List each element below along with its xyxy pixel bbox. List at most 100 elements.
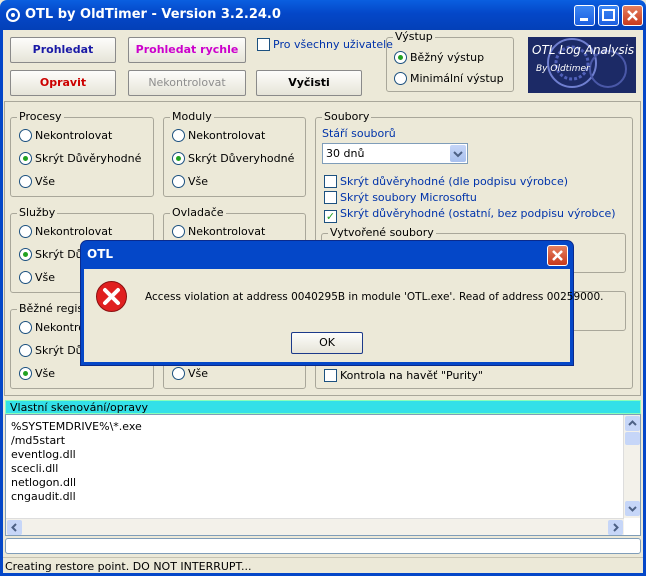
window-title: OTL by OldTimer - Version 3.2.24.0 <box>25 7 281 22</box>
app-icon <box>6 8 20 22</box>
procesy-vse-radio[interactable]: Vše <box>19 175 55 188</box>
radio-icon <box>19 367 32 380</box>
maximize-button[interactable] <box>598 5 619 26</box>
procesy-skryt-radio[interactable]: Skrýt Důvěryhodné <box>19 152 141 165</box>
scroll-thumb[interactable] <box>625 432 640 445</box>
scroll-up-button[interactable] <box>625 416 640 431</box>
opravit-button[interactable]: Opravit <box>10 70 116 96</box>
memo-line: eventlog.dll <box>11 448 76 461</box>
procesy-nekontrolovat-radio[interactable]: Nekontrolovat <box>19 129 112 142</box>
option-label: Skrýt důvěryhodné (dle podpisu výrobce) <box>340 175 569 188</box>
stari-select[interactable]: 30 dnů <box>322 143 468 164</box>
maximize-icon <box>602 9 615 21</box>
error-icon <box>96 281 127 312</box>
vystup-bezny-radio[interactable]: Běžný výstup <box>394 51 484 64</box>
radio-icon <box>19 271 32 284</box>
option-label: Vše <box>188 175 209 188</box>
moduly-group: Moduly Nekontrolovat Skrýt Důveryhodné V… <box>163 110 306 197</box>
dialog-close-button[interactable] <box>547 245 568 266</box>
radio-icon <box>19 175 32 188</box>
otl-logo: OTL Log Analysis By Oldtimer <box>528 37 636 93</box>
sluzby-skryt-radio[interactable]: Skrýt Dův <box>19 248 89 261</box>
sluzby-label: Služby <box>17 206 58 219</box>
close-button[interactable] <box>622 5 643 26</box>
memo-line: /md5start <box>11 434 66 447</box>
memo-header-label: Vlastní skenování/opravy <box>10 401 149 414</box>
chevron-up-icon <box>628 420 637 426</box>
minimize-icon <box>580 18 588 21</box>
option-label: Skrýt Důveryhodné <box>188 152 295 165</box>
option-label: Nekontrolovat <box>35 129 113 142</box>
purity-checkbox[interactable]: Kontrola na havěť "Purity" <box>324 369 483 382</box>
all-users-checkbox[interactable]: Pro všechny uživatele <box>257 38 393 51</box>
radio-icon <box>172 175 185 188</box>
moduly-skryt-radio[interactable]: Skrýt Důveryhodné <box>172 152 294 165</box>
memo-header: Vlastní skenování/opravy <box>5 400 641 414</box>
prohledat-rychle-button[interactable]: Prohledat rychle <box>128 37 246 63</box>
checkbox-icon <box>324 175 337 188</box>
option-label: Skrýt soubory Microsoftu <box>340 191 477 204</box>
soubory-label: Soubory <box>322 110 372 123</box>
prohledat-button[interactable]: Prohledat <box>10 37 116 63</box>
procesy-group: Procesy Nekontrolovat Skrýt Důvěryhodné … <box>10 110 154 197</box>
radio-icon <box>394 51 407 64</box>
nekontrolovat-button[interactable]: Nekontrolovat <box>128 70 246 96</box>
horizontal-scrollbar[interactable] <box>6 518 624 535</box>
vertical-scrollbar[interactable] <box>623 415 640 518</box>
option-label: Běžný výstup <box>410 51 485 64</box>
dropdown-button[interactable] <box>450 145 466 162</box>
ovladace-label: Ovladače <box>170 206 226 219</box>
memo-line: netlogon.dll <box>11 476 77 489</box>
vystup-label: Výstup <box>393 30 435 43</box>
radio-icon <box>394 72 407 85</box>
ok-button[interactable]: OK <box>291 332 363 354</box>
option-label: Vše <box>35 175 56 188</box>
moduly-vse-radio[interactable]: Vše <box>172 175 208 188</box>
scroll-right-button[interactable] <box>608 520 623 535</box>
minimize-button[interactable] <box>574 5 595 26</box>
scroll-left-button[interactable] <box>7 520 22 535</box>
radio-icon <box>172 367 185 380</box>
option-label: Vše <box>35 367 56 380</box>
sluzby-nekontrolovat-radio[interactable]: Nekontrolovat <box>19 225 112 238</box>
chevron-left-icon <box>11 523 17 532</box>
memo-line: cngaudit.dll <box>11 490 76 503</box>
title-bar: OTL by OldTimer - Version 3.2.24.0 <box>0 0 646 30</box>
status-bar: Creating restore point. DO NOT INTERRUPT… <box>3 557 643 573</box>
custom-scan-textarea[interactable]: %SYSTEMDRIVE%\*.exe /md5start eventlog.d… <box>5 414 641 536</box>
vycisti-button[interactable]: Vyčisti <box>256 70 362 96</box>
all-users-label: Pro všechny uživatele <box>273 38 393 51</box>
scroll-down-button[interactable] <box>625 501 640 516</box>
skryt-dle-podpisu-checkbox[interactable]: Skrýt důvěryhodné (dle podpisu výrobce) <box>324 175 568 188</box>
bezne-vse-radio[interactable]: Vše <box>19 367 55 380</box>
dialog-title: OTL <box>87 247 114 261</box>
vystup-minimalni-radio[interactable]: Minimální výstup <box>394 72 504 85</box>
vytvorene-label: Vytvořené soubory <box>328 226 436 239</box>
radio-icon <box>19 152 32 165</box>
skryt-microsoft-checkbox[interactable]: Skrýt soubory Microsoftu <box>324 191 477 204</box>
option-label: Skrýt důvěryhodné (ostatní, bez podpisu … <box>340 207 616 220</box>
procesy-label: Procesy <box>17 110 64 123</box>
option-label: Vše <box>188 367 209 380</box>
extra-vse-radio[interactable]: Vše <box>172 367 208 380</box>
option-label: Kontrola na havěť "Purity" <box>340 369 483 382</box>
chevron-right-icon <box>613 523 619 532</box>
skryt-ostatni-checkbox[interactable]: ✓ Skrýt důvěryhodné (ostatní, bez podpisu… <box>324 207 616 223</box>
radio-icon <box>19 225 32 238</box>
ovladace-nekontrolovat-radio[interactable]: Nekontrolovat <box>172 225 265 238</box>
moduly-nekontrolovat-radio[interactable]: Nekontrolovat <box>172 129 265 142</box>
dialog-body: Access violation at address 0040295B in … <box>84 269 604 362</box>
progress-bar <box>5 538 641 554</box>
vystup-group: Výstup Běžný výstup Minimální výstup <box>386 30 514 92</box>
bezne-skryt-radio[interactable]: Skrýt Dův <box>19 344 89 357</box>
option-label: Nekontrolovat <box>188 225 266 238</box>
chevron-down-icon <box>453 151 463 158</box>
checkbox-icon <box>324 191 337 204</box>
option-label: Minimální výstup <box>410 72 504 85</box>
sluzby-vse-radio[interactable]: Vše <box>19 271 55 284</box>
chevron-down-icon <box>628 506 637 512</box>
stari-value: 30 dnů <box>326 147 365 160</box>
bezne-nekontrolovat-radio[interactable]: Nekontrol <box>19 321 88 334</box>
error-dialog: OTL Access violation at address 0040295B… <box>80 240 604 366</box>
checkbox-checked-icon: ✓ <box>324 210 337 223</box>
